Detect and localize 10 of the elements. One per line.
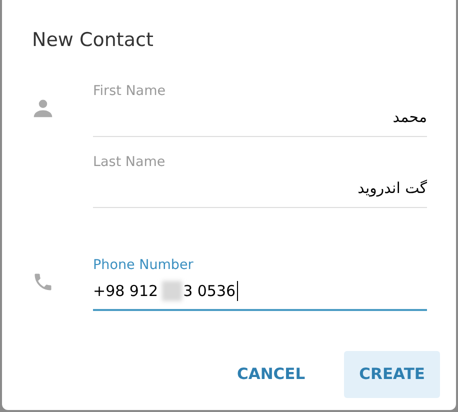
input-field[interactable]: گت اندروید bbox=[93, 177, 427, 208]
field-label: First Name bbox=[93, 82, 166, 100]
dialog-title: New Contact bbox=[32, 28, 154, 52]
input-field[interactable]: +98 912 3 0536 bbox=[93, 280, 427, 311]
field-label: Last Name bbox=[93, 153, 166, 171]
input-field[interactable]: محمد bbox=[93, 106, 427, 137]
text-cursor bbox=[236, 281, 238, 301]
dialog-button[interactable]: CANCEL bbox=[222, 351, 320, 398]
field-label: Phone Number bbox=[93, 256, 194, 274]
dialog-button[interactable]: CREATE bbox=[344, 351, 440, 398]
